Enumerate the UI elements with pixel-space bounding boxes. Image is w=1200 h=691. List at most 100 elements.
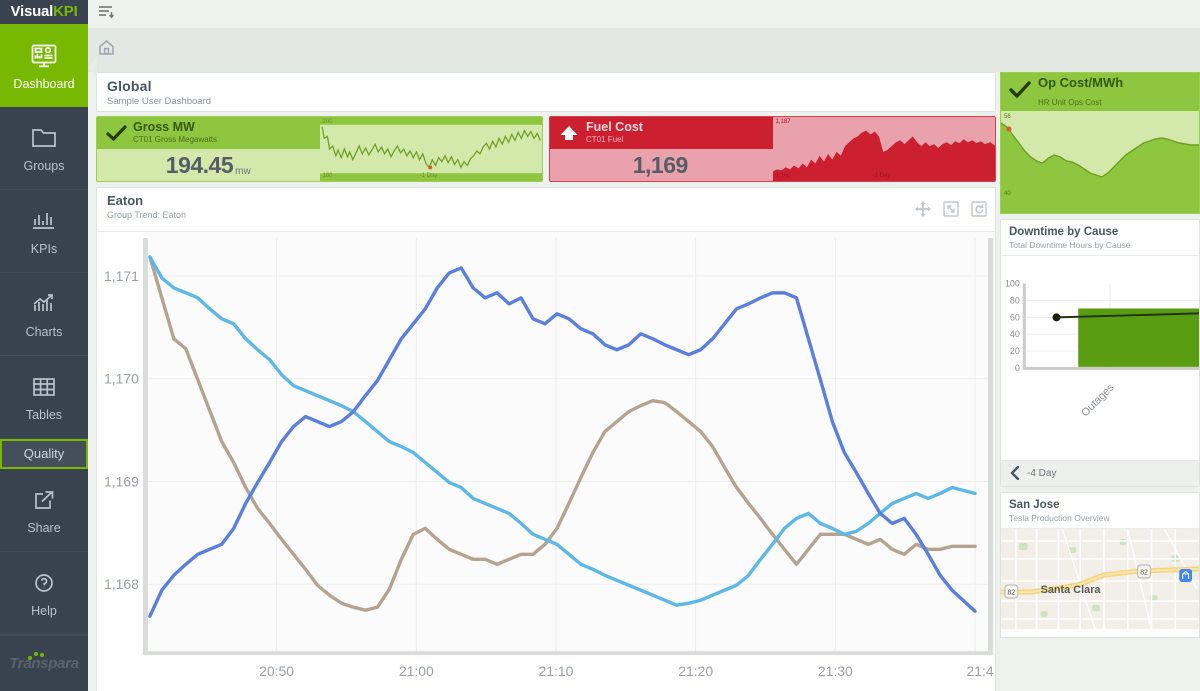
trend-chart-header: Eaton Group Trend: Eaton <box>97 188 995 232</box>
trend-chart-toolbar <box>915 193 987 217</box>
brand-part-2: KPI <box>53 3 78 21</box>
sidebar-item-tables[interactable]: Tables <box>0 356 88 439</box>
expand-icon[interactable] <box>943 201 959 217</box>
brand-part-1: Visual <box>10 3 54 21</box>
sidebar-item-groups[interactable]: Groups <box>0 107 88 190</box>
kpi-titles: Op Cost/MWh HR Unit Ops Cost <box>1038 74 1123 111</box>
page-subtitle: Sample User Dashboard <box>107 95 212 107</box>
sidebar-collapse-toggle[interactable] <box>88 56 97 78</box>
kpi-tile-row: Gross MW CT01 Gross Megawatts 194.45 mw <box>96 116 996 182</box>
kpi-titles: Gross MW CT01 Gross Megawatts <box>133 120 218 145</box>
map-place-label: Santa Clara <box>1041 584 1102 596</box>
kpi-tile-gross-mw[interactable]: Gross MW CT01 Gross Megawatts 194.45 mw <box>96 116 543 182</box>
kpi-name: Op Cost/MWh <box>1038 74 1124 90</box>
sparkline-max: 56 <box>1004 114 1011 120</box>
downtime-time-range-back[interactable]: -4 Day <box>1001 459 1199 486</box>
y-tick-label: 1,171 <box>104 268 139 284</box>
sparkline-min: 40 <box>1004 191 1011 197</box>
refresh-icon[interactable] <box>971 201 987 217</box>
sidebar-item-label: Charts <box>25 325 63 340</box>
home-icon[interactable] <box>98 39 115 61</box>
table-grid-icon <box>27 371 61 403</box>
kpi-tile-fuel-cost[interactable]: Fuel Cost CT01 Fuel 1,169 1,187 1,140 -1… <box>549 116 996 182</box>
share-icon <box>27 484 61 516</box>
trend-plot-svg: 1,171 1,170 1,169 1,168 20:50 21:00 21:1… <box>97 232 995 691</box>
downtime-range-label: -4 Day <box>1027 467 1057 479</box>
logo-dots-icon <box>26 651 48 660</box>
trend-chart-card: Eaton Group Trend: Eaton 1,171 1,170 1,1… <box>96 187 996 691</box>
kpi-sparkline-gross-mw: 200 180 -1 Day <box>319 117 542 181</box>
sidebar-item-label: Share <box>27 521 61 536</box>
dashboard-left-column: Global Sample User Dashboard Gross MW CT… <box>88 72 1000 691</box>
y-tick-label: 20 <box>1010 346 1020 356</box>
kpi-sparkline-op-cost: 56 40 <box>1001 111 1199 213</box>
x-tick-label: 21:4 <box>966 663 993 679</box>
alarm-up-icon <box>558 122 580 144</box>
filter-sort-icon[interactable] <box>98 4 115 24</box>
sidebar-item-label: Tables <box>25 408 63 423</box>
main-area: Global Sample User Dashboard Gross MW CT… <box>88 0 1200 691</box>
kpi-name: Fuel Cost <box>586 120 643 135</box>
folder-icon <box>27 122 61 154</box>
map-body[interactable]: 82 82 Santa Clara <box>1001 529 1199 629</box>
sidebar-item-help[interactable]: Help <box>0 552 88 635</box>
svg-text:82: 82 <box>1008 589 1016 596</box>
map-card-san-jose: San Jose Tesla Production Overview 82 82… <box>1000 492 1200 638</box>
kpi-header: Fuel Cost CT01 Fuel <box>550 117 773 149</box>
kpi-description: CT01 Gross Megawatts <box>133 134 218 144</box>
check-icon <box>105 122 127 144</box>
check-icon <box>1009 80 1031 104</box>
kpi-description: HR Unit Ops Cost <box>1038 98 1102 107</box>
dashboard-content: Global Sample User Dashboard Gross MW CT… <box>88 72 1200 691</box>
downtime-plot-svg: 100 80 60 40 20 0 Outages <box>1001 256 1199 460</box>
sparkline-range: -1 Day <box>419 173 438 179</box>
y-tick-label: 80 <box>1010 296 1020 306</box>
sidebar-item-label: Quality <box>23 446 65 462</box>
y-tick-label: 60 <box>1010 312 1020 322</box>
bar-chart-icon <box>27 205 61 237</box>
map-subtitle: Tesla Production Overview <box>1009 513 1110 523</box>
x-tick-label: 20:50 <box>259 663 294 679</box>
highway-shield: 82 <box>1137 564 1151 579</box>
sidebar-item-charts[interactable]: Charts <box>0 273 88 356</box>
kpi-tile-op-cost[interactable]: Op Cost/MWh HR Unit Ops Cost 56 40 <box>1000 72 1200 214</box>
downtime-plot-area[interactable]: 100 80 60 40 20 0 Outages <box>1001 256 1199 460</box>
kpi-name: Gross MW <box>133 120 195 135</box>
brand-logo: Visual KPI <box>0 0 88 24</box>
sidebar-item-label: Groups <box>23 159 65 174</box>
kpi-value-area: 1,169 <box>550 149 773 181</box>
pan-move-icon[interactable] <box>915 201 931 217</box>
app-root: Visual KPI Dashboard Groups KPIs Charts … <box>0 0 1200 691</box>
map-svg: 82 82 Santa Clara <box>1001 529 1199 629</box>
kpi-description: CT01 Fuel <box>586 134 624 144</box>
sidebar-item-dashboard[interactable]: Dashboard <box>0 23 88 107</box>
top-bar <box>88 0 1200 28</box>
kpi-left: Gross MW CT01 Gross Megawatts 194.45 mw <box>97 117 320 181</box>
sidebar-item-kpis[interactable]: KPIs <box>0 190 88 273</box>
sidebar-item-share[interactable]: Share <box>0 469 88 552</box>
transpara-logo: Transpara <box>0 634 88 691</box>
sparkline-range: -1 Day <box>872 173 891 179</box>
sidebar-item-label: Help <box>31 604 57 619</box>
question-circle-icon <box>27 567 61 599</box>
downtime-by-cause-card: Downtime by Cause Total Downtime Hours b… <box>1000 219 1200 487</box>
sidebar-item-quality[interactable]: Quality <box>0 438 88 469</box>
y-tick-label: 40 <box>1010 329 1020 339</box>
kpi-value: 1,169 <box>632 151 689 178</box>
sidebar-item-label: Dashboard <box>13 76 75 91</box>
sparkline-max: 1,187 <box>775 119 791 125</box>
trend-chart-subtitle: Group Trend: Eaton <box>107 210 187 220</box>
sidebar-item-label: KPIs <box>30 242 58 257</box>
kpi-header: Gross MW CT01 Gross Megawatts <box>97 117 320 149</box>
trend-chart-title: Eaton <box>107 193 144 208</box>
y-tick-label: 1,168 <box>104 576 139 592</box>
kpi-sparkline-fuel-cost: 1,187 1,140 -1 Day <box>772 117 995 181</box>
kpi-unit: mw <box>235 166 251 177</box>
trend-chart-titles: Eaton Group Trend: Eaton <box>107 193 186 220</box>
downtime-subtitle: Total Downtime Hours by Cause <box>1009 240 1131 250</box>
trend-chart-icon <box>27 288 61 320</box>
trend-plot-area[interactable]: 1,171 1,170 1,169 1,168 20:50 21:00 21:1… <box>97 232 995 691</box>
dashboard-icon <box>27 40 61 72</box>
x-tick-label: 21:30 <box>818 663 853 679</box>
y-tick-label: 1,169 <box>104 473 139 489</box>
